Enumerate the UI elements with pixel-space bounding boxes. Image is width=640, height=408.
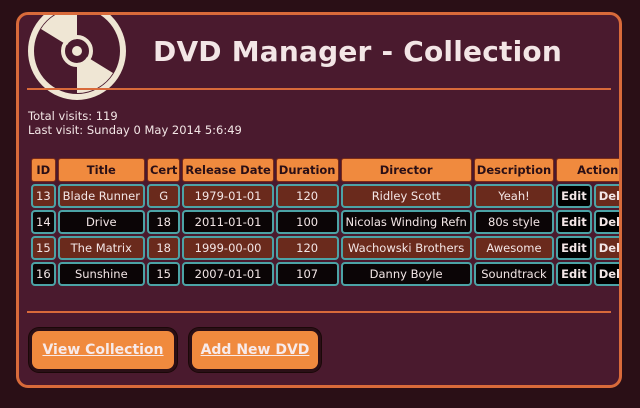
column-header-actions: Actions — [556, 158, 619, 182]
table-row: 15 The Matrix 18 1999-00-00 120 Wachowsk… — [31, 236, 619, 260]
cell-description: Yeah! — [473, 184, 555, 208]
column-header-cert: Cert — [146, 158, 181, 182]
view-collection-button[interactable]: View Collection — [29, 328, 177, 372]
cell-release-date: 2011-01-01 — [182, 210, 274, 234]
cell-description: Soundtrack — [473, 262, 555, 286]
cell-title: Sunshine — [57, 262, 145, 286]
cell-director: Nicolas Winding Refn — [340, 210, 472, 234]
edit-button[interactable]: Edit — [556, 210, 592, 234]
edit-button[interactable]: Edit — [556, 236, 592, 260]
total-visits: Total visits: 119 — [28, 109, 118, 123]
cell-cert: 18 — [146, 236, 181, 260]
column-header-description: Description — [473, 158, 555, 182]
cell-id: 16 — [31, 262, 56, 286]
table-header-row: ID Title Cert Release Date Duration Dire… — [31, 158, 619, 182]
dvd-table: ID Title Cert Release Date Duration Dire… — [29, 156, 619, 288]
visit-stats: Total visits: 119 Last visit: Sunday 0 M… — [28, 109, 242, 137]
cell-title: Drive — [57, 210, 145, 234]
cell-cert: G — [146, 184, 181, 208]
cell-duration: 120 — [275, 236, 339, 260]
cell-release-date: 1979-01-01 — [182, 184, 274, 208]
cell-director: Ridley Scott — [340, 184, 472, 208]
column-header-director: Director — [340, 158, 472, 182]
column-header-duration: Duration — [275, 158, 339, 182]
last-visit: Last visit: Sunday 0 May 2014 5:6:49 — [28, 123, 242, 137]
column-header-title: Title — [57, 158, 145, 182]
table-row: 14 Drive 18 2011-01-01 100 Nicolas Windi… — [31, 210, 619, 234]
cell-cert: 18 — [146, 210, 181, 234]
page-title: DVD Manager - Collection — [153, 35, 562, 68]
cell-title: Blade Runner — [57, 184, 145, 208]
add-new-dvd-button[interactable]: Add New DVD — [189, 328, 321, 372]
header-divider — [27, 88, 611, 90]
edit-button[interactable]: Edit — [556, 184, 592, 208]
cell-id: 14 — [31, 210, 56, 234]
footer-divider — [27, 311, 611, 313]
delete-button[interactable]: Delete — [593, 184, 619, 208]
cell-release-date: 2007-01-01 — [182, 262, 274, 286]
cell-director: Wachowski Brothers — [340, 236, 472, 260]
delete-button[interactable]: Delete — [593, 210, 619, 234]
delete-button[interactable]: Delete — [593, 262, 619, 286]
edit-button[interactable]: Edit — [556, 262, 592, 286]
column-header-release-date: Release Date — [182, 158, 274, 182]
cell-title: The Matrix — [57, 236, 145, 260]
cell-cert: 15 — [146, 262, 181, 286]
delete-button[interactable]: Delete — [593, 236, 619, 260]
cell-duration: 120 — [275, 184, 339, 208]
cell-id: 13 — [31, 184, 56, 208]
cell-release-date: 1999-00-00 — [182, 236, 274, 260]
table-row: 13 Blade Runner G 1979-01-01 120 Ridley … — [31, 184, 619, 208]
cell-id: 15 — [31, 236, 56, 260]
table-row: 16 Sunshine 15 2007-01-01 107 Danny Boyl… — [31, 262, 619, 286]
cell-duration: 100 — [275, 210, 339, 234]
column-header-id: ID — [31, 158, 56, 182]
main-panel: DVD Manager - Collection Total visits: 1… — [16, 12, 622, 388]
cell-director: Danny Boyle — [340, 262, 472, 286]
cell-description: 80s style — [473, 210, 555, 234]
cell-duration: 107 — [275, 262, 339, 286]
cell-description: Awesome — [473, 236, 555, 260]
